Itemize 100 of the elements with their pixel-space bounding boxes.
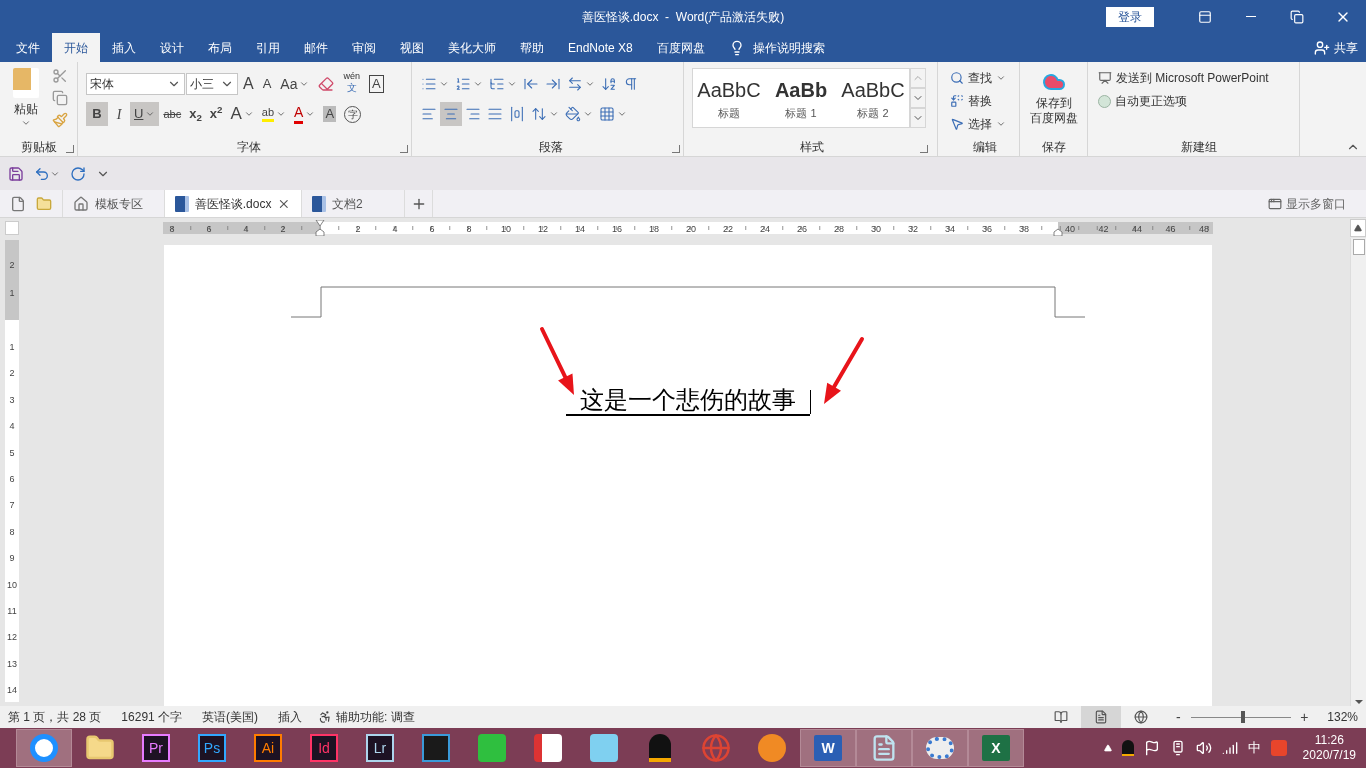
share-button[interactable]: 共享 (1314, 33, 1358, 62)
text-effects-button[interactable]: A (226, 102, 258, 126)
app-logo-icon: Lr (366, 734, 394, 762)
taskbar-app-button[interactable]: Id (296, 729, 352, 767)
select-button[interactable]: 选择 (950, 114, 1019, 134)
scrollbar-thumb[interactable] (1352, 239, 1365, 255)
flag-icon[interactable] (1143, 740, 1160, 756)
script-button[interactable]: x$_{2}$ (185, 102, 206, 126)
ribbon-tab[interactable]: 设计 (148, 33, 196, 62)
paste-button[interactable]: 粘贴 (10, 68, 42, 138)
grow-font-button[interactable]: A (239, 72, 258, 96)
dialog-launcher-icon[interactable] (66, 145, 74, 153)
zoom-out-button[interactable]: - (1171, 706, 1186, 728)
tell-me-search[interactable]: 操作说明搜索 (728, 33, 825, 62)
taskbar-app-button[interactable]: Ps (184, 729, 240, 767)
indent-marker-icon[interactable] (315, 220, 325, 236)
style-item[interactable]: AaBb 标题 1 (765, 69, 837, 127)
change-case-button[interactable]: Aa (276, 72, 314, 96)
window-title: 善医怪谈.docx - Word(产品激活失败) (581, 8, 785, 26)
gallery-more-button[interactable] (910, 108, 926, 128)
taskbar-app-button[interactable]: Ai (240, 729, 296, 767)
multi-window-button[interactable]: 显示多窗口 (1268, 190, 1346, 217)
volume-icon[interactable] (1195, 740, 1212, 756)
zoom-slider[interactable] (1191, 711, 1292, 723)
underline-button[interactable]: U (130, 102, 160, 126)
replace-button[interactable]: 替换 (950, 91, 1019, 111)
phonetic-guide-button[interactable]: wén 文 (339, 72, 364, 96)
ribbon-tab[interactable]: 文件 (4, 33, 52, 62)
font-name-field[interactable]: 宋体 (86, 73, 185, 95)
ribbon-tab[interactable]: 审阅 (340, 33, 388, 62)
taskbar-app-button[interactable] (16, 729, 72, 767)
bullets-icon (421, 76, 437, 92)
font-size-field[interactable]: 小三 (186, 73, 238, 95)
ruler-number: 18 (649, 224, 659, 234)
font-color-button[interactable]: A (290, 102, 320, 126)
scissors-icon (52, 68, 68, 84)
zoom-level[interactable]: 132% (1327, 708, 1358, 726)
show-hidden-icons[interactable] (1103, 744, 1112, 752)
login-button[interactable]: 登录 (1106, 6, 1154, 27)
ruler-number: 11 (7, 606, 17, 616)
ribbon-tab[interactable]: 引用 (244, 33, 292, 62)
ribbon-tab[interactable]: 开始 (52, 33, 100, 62)
scroll-up-button[interactable] (1350, 219, 1366, 237)
input-method-app-icon[interactable] (1270, 740, 1287, 756)
zoom-slider-thumb[interactable] (1241, 711, 1246, 723)
gallery-down-button[interactable] (910, 88, 926, 108)
indent-marker-icon[interactable] (1053, 228, 1063, 236)
copy-button[interactable] (52, 90, 68, 106)
save-to-cloud-button[interactable]: 保存到 百度网盘 (1029, 70, 1078, 138)
align-center-button[interactable] (440, 102, 462, 126)
style-item[interactable]: AaBbC 标题 2 (837, 69, 909, 127)
caret-icon (996, 73, 1006, 83)
open-folder-button[interactable] (36, 195, 52, 212)
taskbar-app-button[interactable]: Lr (352, 729, 408, 767)
ribbon-tab[interactable]: 美化大师 (436, 33, 508, 62)
undo-button[interactable] (34, 165, 60, 182)
document-tab[interactable]: 善医怪谈.docx (165, 190, 302, 217)
ribbon-tab[interactable]: 布局 (196, 33, 244, 62)
ribbon-tab[interactable]: 视图 (388, 33, 436, 62)
input-method-indicator[interactable]: 中 (1247, 738, 1261, 758)
find-button[interactable]: 查找 (950, 68, 1019, 88)
taskbar-app-button[interactable]: W (800, 729, 856, 767)
taskbar-app-button[interactable]: Pr (128, 729, 184, 767)
dialog-launcher-icon[interactable] (400, 145, 408, 153)
style-item[interactable]: AaBbC 标题 (693, 69, 765, 127)
ruler-number: 22 (723, 224, 733, 234)
ribbon-tab[interactable]: 百度网盘 (644, 33, 717, 62)
shrink-font-button[interactable]: A (258, 72, 276, 96)
format-painter-button[interactable] (52, 112, 68, 128)
redo-button[interactable] (70, 165, 86, 182)
ruler-number: 2 (9, 368, 15, 379)
penguin-tray-icon[interactable] (1121, 740, 1134, 756)
new-document-button[interactable] (10, 195, 26, 212)
italic-button[interactable]: I (108, 102, 130, 126)
ribbon-tab[interactable]: 插入 (100, 33, 148, 62)
ribbon-tab[interactable]: EndNote X8 (556, 33, 645, 62)
taskbar-app-button[interactable]: X (968, 729, 1024, 767)
save-button[interactable] (8, 165, 24, 182)
vertical-scrollbar[interactable] (1350, 238, 1366, 706)
dialog-launcher-icon[interactable] (672, 145, 680, 153)
highlight-button[interactable]: ab (257, 102, 291, 126)
zoom-in-button[interactable]: + (1297, 706, 1312, 728)
dialog-launcher-icon[interactable] (920, 145, 928, 153)
accessibility-status[interactable]: 辅助功能: 调查 (336, 708, 415, 726)
ribbon-tab[interactable]: 帮助 (508, 33, 556, 62)
bold-button[interactable]: B (86, 102, 108, 126)
script-button[interactable]: x$^{2}$ (205, 102, 227, 126)
strikethrough-button[interactable]: abc (159, 102, 186, 126)
send-to-powerpoint-button[interactable]: 发送到 Microsoft PowerPoint (1098, 68, 1299, 88)
document-tab[interactable]: 文档2 (302, 190, 405, 217)
ribbon-tab[interactable]: 邮件 (292, 33, 340, 62)
print-view-button[interactable] (1081, 706, 1122, 728)
cut-button[interactable] (52, 68, 68, 84)
accessibility-icon (318, 710, 333, 724)
taskbar-clock[interactable]: 11:26 2020/7/19 (1302, 733, 1356, 763)
signal-icon[interactable] (1221, 740, 1238, 756)
autocorrect-options-button[interactable]: 自动更正选项 (1098, 91, 1299, 111)
caret-icon (549, 109, 559, 119)
character-shading-button[interactable]: A (319, 102, 341, 126)
group-label: 保存 (1041, 139, 1066, 156)
